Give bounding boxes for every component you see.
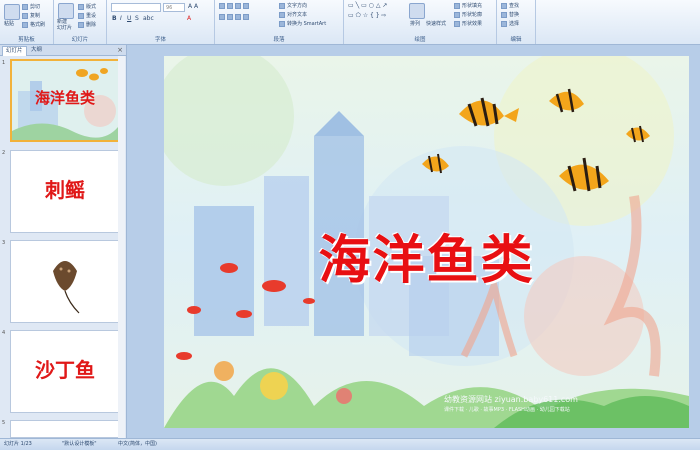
thumbnail-title: 刺鳐: [45, 178, 85, 202]
shapes-gallery-row2[interactable]: ▭ ⬠ ☆ { } ⇨: [348, 12, 386, 19]
text-direction-button[interactable]: 文字方向: [279, 2, 307, 9]
reset-icon: [78, 12, 84, 19]
slide-thumbnail[interactable]: [10, 240, 120, 323]
slide-counter: 幻灯片 1/23: [4, 441, 32, 447]
format-painter-button[interactable]: 格式刷: [22, 21, 45, 28]
slide-number: 4: [2, 330, 6, 336]
delete-button[interactable]: 删除: [78, 21, 96, 28]
replace-button[interactable]: 替换: [501, 11, 519, 18]
cursor-icon: [501, 20, 507, 27]
slides-group: 新建 幻灯片 版式 重设 删除 幻灯片: [54, 0, 107, 44]
slide-thumbnail[interactable]: 沙丁鱼: [10, 330, 120, 413]
thumbnail-title: 沙丁鱼: [35, 358, 95, 382]
watermark-subtitle: 课件下载 · 儿歌 · 故事MP3 · FLASH动画 · 幼儿园下载站: [444, 407, 570, 413]
align-text-icon: [279, 11, 285, 18]
tab-slides[interactable]: 幻灯片: [2, 46, 27, 56]
slide-title[interactable]: 海洋鱼类: [164, 218, 689, 293]
tab-outline[interactable]: 大纲: [28, 46, 45, 55]
shapes-gallery[interactable]: ▭ ╲ ▭ ○ △ ↗: [348, 2, 387, 9]
new-slide-icon[interactable]: [58, 3, 74, 19]
paste-icon[interactable]: [4, 4, 20, 20]
status-bar: 幻灯片 1/23 "默认设计模板" 中文(简体，中国): [0, 438, 700, 450]
underline-icon[interactable]: U: [127, 15, 131, 22]
font-size-combo[interactable]: 96: [163, 3, 185, 12]
select-button[interactable]: 选择: [501, 20, 519, 27]
language-indicator: 中文(简体，中国): [118, 441, 157, 447]
close-icon[interactable]: ×: [117, 45, 123, 55]
smartart-icon: [279, 20, 285, 27]
italic-icon[interactable]: I: [120, 15, 122, 22]
editing-label: 编辑: [510, 37, 522, 43]
outline-icon: [454, 11, 460, 18]
scissors-icon: [22, 3, 28, 10]
text-direction-icon: [279, 2, 285, 9]
copy-icon: [22, 12, 28, 19]
slide-number: 1: [2, 60, 6, 66]
editing-group: 查找 替换 选择 编辑: [497, 0, 536, 44]
slide-number: 2: [2, 150, 6, 156]
paragraph-group: 文字方向 对齐文本 转换为 SmartArt 段落: [215, 0, 344, 44]
slides-label: 幻灯片: [71, 37, 89, 43]
bullets-icon[interactable]: [219, 3, 251, 10]
strikethrough-icon[interactable]: abc: [143, 15, 154, 22]
shape-fill-button[interactable]: 形状填充: [454, 2, 482, 9]
effects-icon: [454, 20, 460, 27]
watermark: 幼教资源网站 ziyuan.baby611.com: [444, 395, 578, 404]
arrange-icon[interactable]: [409, 3, 425, 19]
new-slide-button[interactable]: 新建 幻灯片: [57, 19, 72, 31]
clipboard-label: 剪贴板: [18, 37, 35, 43]
arrange-button[interactable]: 排列: [410, 20, 420, 27]
delete-icon: [78, 21, 84, 28]
paste-button[interactable]: 粘贴: [4, 20, 14, 27]
clipboard-group: 粘贴 剪切 复制 格式刷 剪贴板: [0, 0, 54, 44]
brush-icon: [22, 21, 28, 28]
grow-font-icon[interactable]: A A: [188, 3, 198, 10]
font-name-combo[interactable]: [111, 3, 161, 12]
slide-canvas[interactable]: 海洋鱼类 幼教资源网站 ziyuan.baby611.com 课件下载 · 儿歌…: [164, 56, 689, 428]
layout-icon: [78, 3, 84, 10]
slide-thumbnail[interactable]: 海洋鱼类: [10, 59, 120, 142]
slide-panel: 幻灯片 大纲 × 1 海洋鱼类 2 刺鳐 3 4 沙丁鱼 5: [0, 45, 127, 438]
copy-button[interactable]: 复制: [22, 12, 40, 19]
reset-button[interactable]: 重设: [78, 12, 96, 19]
find-button[interactable]: 查找: [501, 2, 519, 9]
shadow-icon[interactable]: S: [135, 15, 139, 22]
shape-outline-button[interactable]: 形状轮廓: [454, 11, 482, 18]
ribbon: 粘贴 剪切 复制 格式刷 剪贴板 新建 幻灯片 版式 重设 删除 幻灯片 96 …: [0, 0, 700, 45]
align-text-button[interactable]: 对齐文本: [279, 11, 307, 18]
font-group: 96 A A B I U S abc A 字体: [107, 0, 215, 44]
slide-stage: 海洋鱼类 幼教资源网站 ziyuan.baby611.com 课件下载 · 儿歌…: [127, 45, 700, 438]
drawing-group: ▭ ╲ ▭ ○ △ ↗ ▭ ⬠ ☆ { } ⇨ 排列 快速样式 形状填充 形状轮…: [344, 0, 497, 44]
align-icons[interactable]: [219, 14, 251, 21]
slide-number: 5: [2, 420, 6, 426]
panel-scrollbar[interactable]: [118, 56, 125, 438]
slide-number: 3: [2, 240, 6, 246]
stingray-image: [53, 261, 80, 314]
thumbnail-title: 海洋鱼类: [34, 89, 95, 107]
bold-icon[interactable]: B: [112, 15, 117, 22]
panel-tabs: 幻灯片 大纲 ×: [0, 45, 126, 56]
fill-icon: [454, 2, 460, 9]
slide-thumbnail[interactable]: 刺鳐: [10, 150, 120, 233]
theme-name: "默认设计模板": [62, 441, 97, 447]
layout-button[interactable]: 版式: [78, 3, 96, 10]
convert-smartart-button[interactable]: 转换为 SmartArt: [279, 20, 326, 27]
font-color-icon[interactable]: A: [187, 15, 191, 22]
binoculars-icon: [501, 2, 507, 9]
drawing-label: 绘图: [414, 37, 426, 43]
font-label: 字体: [154, 37, 166, 43]
cut-button[interactable]: 剪切: [22, 3, 40, 10]
paragraph-label: 段落: [273, 37, 285, 43]
shape-effects-button[interactable]: 形状效果: [454, 20, 482, 27]
quick-styles-button[interactable]: 快速样式: [426, 20, 446, 27]
replace-icon: [501, 11, 507, 18]
slide-thumbnail[interactable]: [10, 420, 120, 438]
